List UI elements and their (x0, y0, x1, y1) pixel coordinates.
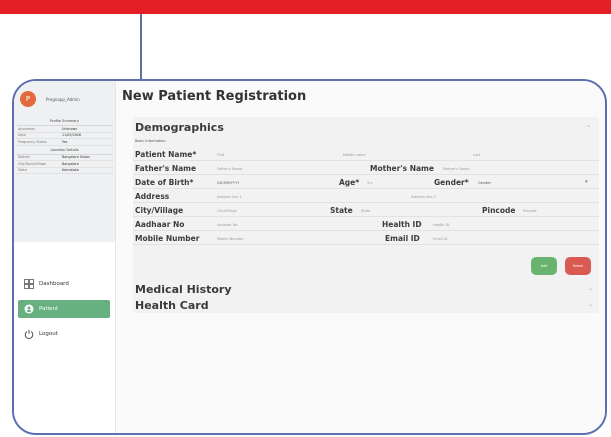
chevron-down-icon[interactable]: ▾ (585, 179, 588, 185)
health-id-input[interactable]: Health ID (433, 223, 449, 227)
first-name-input[interactable]: First (217, 153, 224, 157)
chevron-up-icon[interactable]: ⌃ (586, 125, 591, 132)
age-input[interactable]: Yrs (367, 181, 372, 185)
form-row: Patient Name* First Middle name Last (133, 149, 599, 161)
address-line1-input[interactable]: Address line 1 (217, 195, 242, 199)
sidebar: P Pregnapp_Admin Profile Summary Ayushma… (14, 81, 116, 433)
profile-header[interactable]: P Pregnapp_Admin (14, 81, 115, 117)
summary-value: Yes (62, 139, 68, 144)
city-label: City/Village (135, 206, 184, 215)
add-button[interactable]: Add (531, 257, 557, 275)
profile-summary-title: Profile Summary (16, 117, 113, 126)
sidebar-spacer (14, 178, 115, 242)
avatar: P (20, 91, 36, 107)
location-key: District (18, 155, 30, 160)
fathers-name-input[interactable]: Father's Name (217, 167, 242, 171)
connector-line (140, 14, 142, 80)
medical-history-section[interactable]: Medical History (135, 283, 232, 296)
summary-key: Date (18, 133, 26, 138)
city-input[interactable]: City/Village (217, 209, 237, 213)
grid-icon (24, 279, 34, 289)
sidebar-nav: Dashboard Patient Logout (14, 275, 114, 350)
mobile-input[interactable]: Mobile Number (217, 237, 244, 241)
sidebar-item-label: Dashboard (39, 281, 69, 287)
page-title: New Patient Registration (122, 89, 307, 104)
pincode-label: Pincode (482, 206, 516, 215)
summary-key: Ayushman (18, 126, 36, 131)
form-row: Address Address line 1 Address line 2 (133, 191, 599, 203)
health-card-section[interactable]: Health Card (135, 299, 209, 312)
power-icon (24, 329, 34, 339)
location-value: Bangalore (62, 161, 79, 166)
patient-name-label: Patient Name* (135, 150, 197, 159)
aadhaar-input[interactable]: Aadhaar No (217, 223, 238, 227)
mobile-label: Mobile Number (135, 234, 200, 243)
sidebar-item-label: Logout (39, 331, 58, 337)
summary-value: 11/03/2026 (62, 133, 82, 138)
top-red-bar (0, 0, 611, 14)
address-line2-input[interactable]: Address line 2 (411, 195, 436, 199)
state-input[interactable]: State (361, 209, 370, 213)
email-input[interactable]: Email ID (433, 237, 448, 241)
demographics-title[interactable]: Demographics (135, 121, 224, 134)
aadhaar-label: Aadhaar No (135, 220, 185, 229)
last-name-input[interactable]: Last (473, 153, 480, 157)
sidebar-item-label: Patient (39, 306, 59, 312)
location-key: City/Town/Village (18, 161, 47, 166)
gender-label: Gender* (434, 178, 469, 187)
main-content: New Patient Registration Demographics Ba… (116, 81, 605, 433)
pincode-input[interactable]: Pincode (523, 209, 537, 213)
mothers-name-label: Mother's Name (370, 164, 434, 173)
chevron-down-icon[interactable]: ⌄ (588, 285, 593, 292)
dob-label: Date of Birth* (135, 178, 194, 187)
state-label: State (330, 206, 353, 215)
form-row: Mobile Number Mobile Number Email ID Ema… (133, 233, 599, 245)
form-row: Aadhaar No Aadhaar No Health ID Health I… (133, 219, 599, 231)
location-row: State Karnataka (16, 168, 113, 174)
summary-value: Unknown (62, 126, 78, 131)
reset-button[interactable]: Reset (565, 257, 591, 275)
summary-key: Pregnancy Status (18, 139, 47, 144)
profile-name: Pregnapp_Admin (46, 96, 80, 102)
email-label: Email ID (385, 234, 420, 243)
form-row: Father's Name Father's Name Mother's Nam… (133, 163, 599, 175)
chevron-down-icon[interactable]: ⌄ (588, 301, 593, 308)
location-value: Karnataka (62, 168, 79, 173)
profile-summary: Profile Summary Ayushman Unknown Date 11… (14, 117, 115, 178)
app-window: P Pregnapp_Admin Profile Summary Ayushma… (12, 79, 607, 435)
location-key: State (18, 168, 27, 173)
location-details-title: Location Details (16, 146, 113, 155)
basic-info-subtitle: Basic Information (135, 139, 166, 143)
patient-icon (24, 304, 34, 314)
sidebar-item-dashboard[interactable]: Dashboard (18, 275, 110, 293)
middle-name-input[interactable]: Middle name (343, 153, 366, 157)
sidebar-item-logout[interactable]: Logout (18, 325, 110, 343)
mothers-name-input[interactable]: Mother's Name (443, 167, 470, 171)
form-row: Date of Birth* DD/MM/YYYY Age* Yrs Gende… (133, 177, 599, 189)
form-row: City/Village City/Village State State Pi… (133, 205, 599, 217)
fathers-name-label: Father's Name (135, 164, 197, 173)
age-label: Age* (339, 178, 360, 187)
location-value: Bangalore Urban (62, 155, 90, 160)
gender-select[interactable]: Gender (478, 181, 491, 185)
health-id-label: Health ID (382, 220, 422, 229)
dob-input[interactable]: DD/MM/YYYY (217, 181, 239, 185)
sidebar-item-patient[interactable]: Patient (18, 300, 110, 318)
address-label: Address (135, 192, 170, 201)
